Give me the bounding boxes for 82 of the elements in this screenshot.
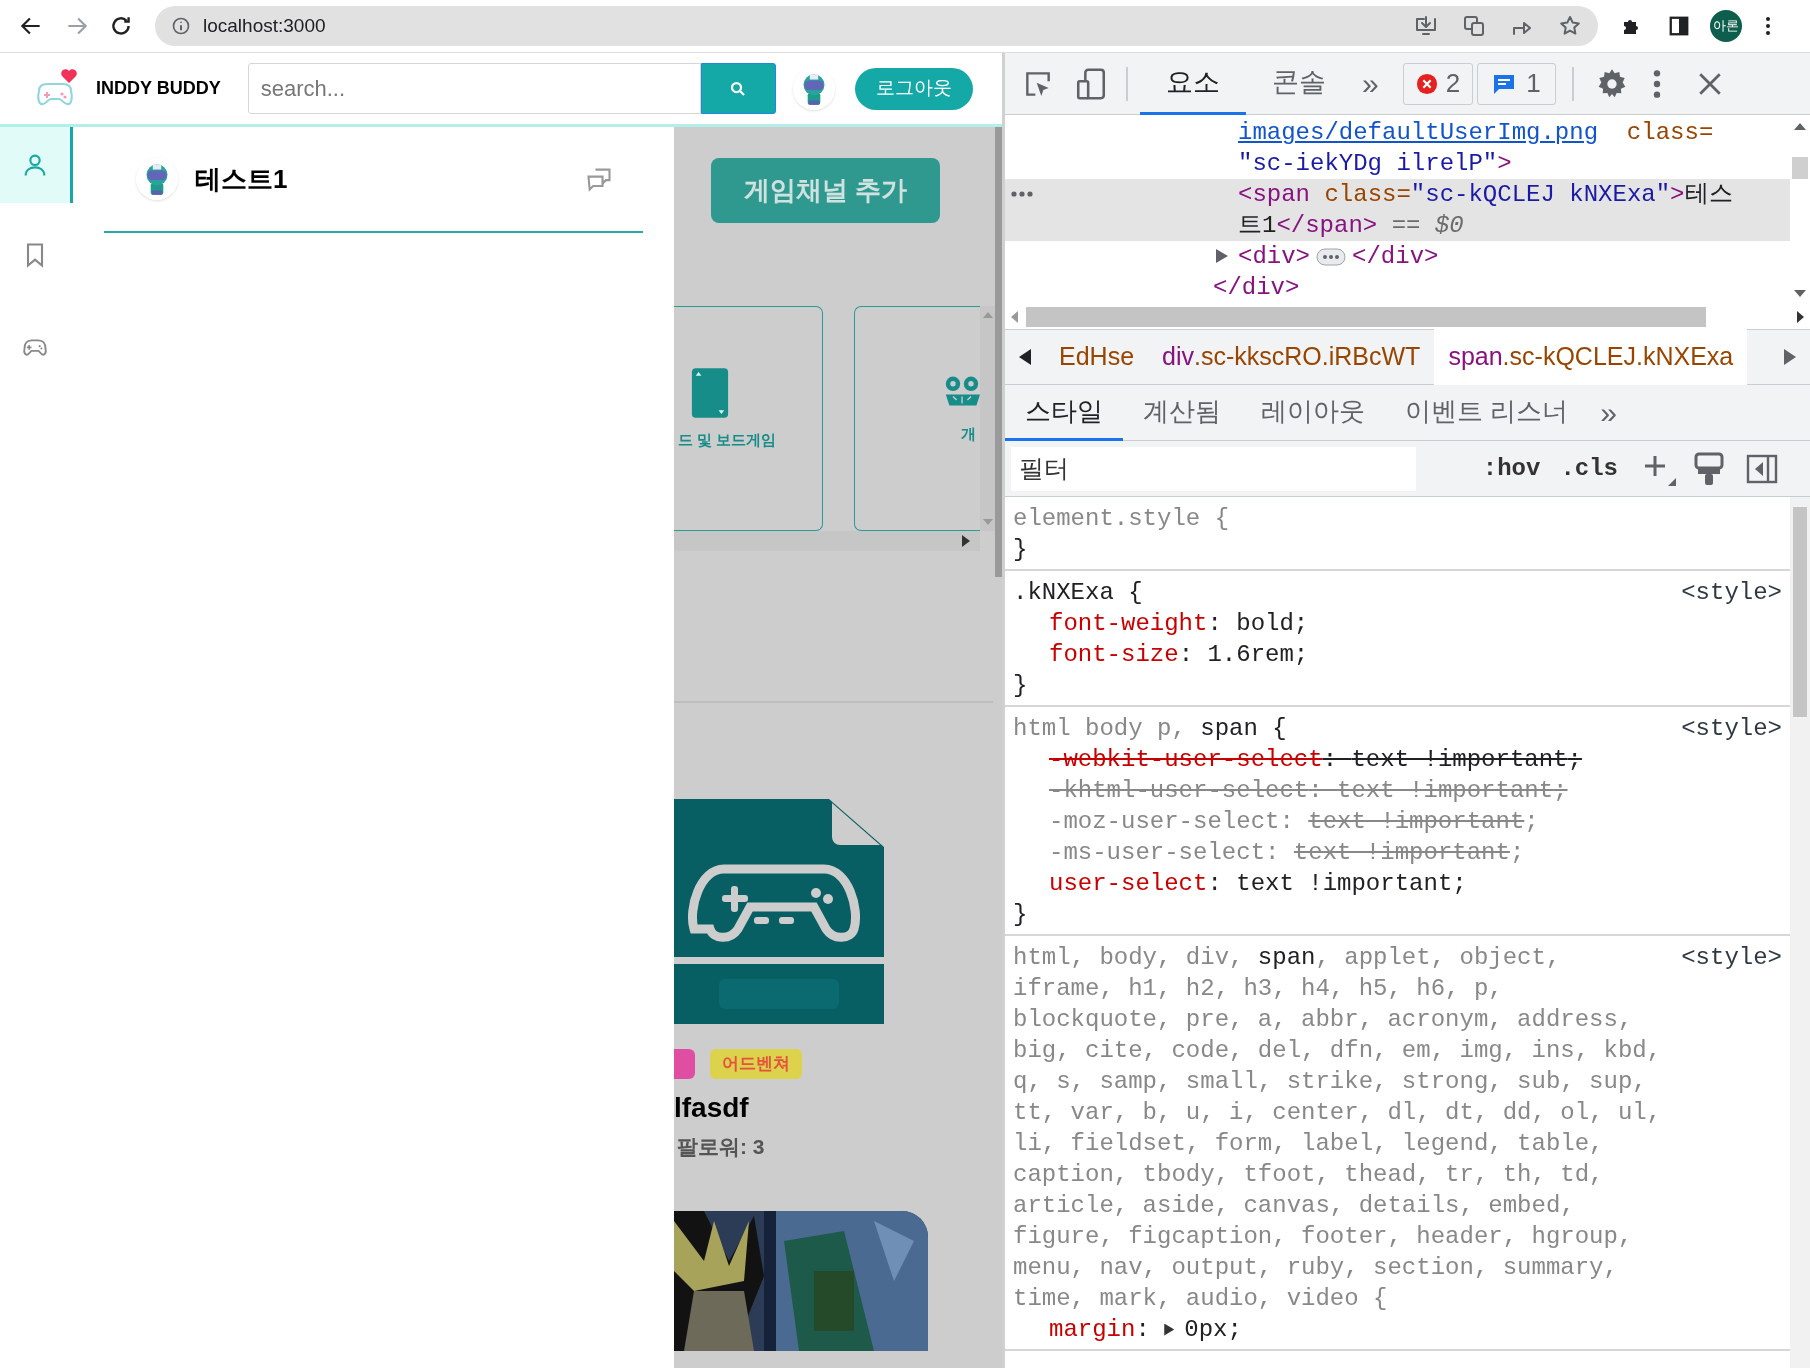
paint-roller-icon[interactable] [1694,451,1724,486]
logo-text[interactable]: INDDY BUDDY [96,75,221,102]
star-icon[interactable] [1558,14,1582,38]
css-declaration[interactable]: font-size: 1.6rem; [1013,639,1782,670]
html-tag: <div> [1238,241,1310,272]
url-text: localhost:3000 [203,13,326,38]
code-line: </div> [1213,273,1300,303]
more-icon[interactable] [1011,191,1033,197]
scroll-right-icon [1797,311,1804,323]
address-bar[interactable]: localhost:3000 [155,6,1598,46]
scrollbar-thumb[interactable] [1792,157,1808,179]
search-button[interactable] [700,63,776,114]
device-toolbar-icon[interactable] [1074,66,1108,101]
closing-brace: } [1013,671,1029,701]
user-avatar-icon[interactable] [792,67,835,110]
more-tabs-button[interactable]: » [1588,390,1629,435]
message-count-button[interactable]: 1 [1477,62,1556,105]
profile-avatar[interactable]: 아론 [1710,10,1742,42]
code-line: "sc-iekYDg ilrelP"> [1238,149,1512,179]
css-declaration[interactable]: -webkit-user-select: text !important; [1013,744,1782,775]
css-declaration[interactable]: -ms-user-select: text !important; [1013,837,1782,868]
genre-tag: 어드벤쳐 [710,1049,802,1079]
ellipsis-icon[interactable] [1316,247,1346,266]
devtools-tab[interactable]: 요소 [1140,52,1246,115]
info-icon[interactable] [171,16,191,36]
css-declaration[interactable]: -khtml-user-select: text !important; [1013,775,1782,806]
search-field[interactable]: search... [247,63,701,114]
scroll-up-icon [1794,123,1806,130]
stylesheet-link[interactable]: <style> [1681,713,1782,744]
scroll-down-icon [982,519,993,525]
more-tabs-button[interactable]: » [1352,61,1389,106]
css-selector: .kNXExa { [1013,578,1144,608]
hover-state-button[interactable]: :hov [1474,450,1549,487]
category-label: 개 [961,424,976,444]
css-declaration[interactable]: -moz-user-select: text !important; [1013,806,1782,837]
kebab-menu-icon[interactable] [1651,67,1662,100]
sidebar-toggle-icon[interactable] [1746,453,1778,484]
css-declaration[interactable]: font-weight: bold; [1013,608,1782,639]
follower-count: 팔로워: 3 [677,1134,766,1160]
closing-brace: } [1013,535,1029,565]
category-label: 드 및 보드게임 [678,430,777,450]
filter-field[interactable]: 필터 [1011,446,1416,491]
stylesheet-link[interactable]: <style> [1681,942,1782,973]
game-title: lfasdf [674,1091,750,1125]
css-declaration[interactable]: user-select: text !important; [1013,868,1782,899]
breadcrumb[interactable]: div.sc-kkscRO.iRBcWT [1148,329,1435,385]
scroll-down-icon [1794,290,1806,297]
styles-tab[interactable]: 계산됨 [1123,384,1241,441]
scroll-up-icon [982,312,993,318]
playing-card-icon [690,367,730,419]
breadcrumb[interactable]: EdHse [1045,329,1149,385]
nav-item[interactable] [0,127,73,203]
closing-brace: } [1013,900,1029,930]
scroll-right-icon[interactable] [962,535,970,547]
breadcrumb[interactable]: span.sc-kQCLEJ.kNXExa [1434,329,1748,385]
stylesheet-link[interactable]: <style> [1681,577,1782,608]
vertical-scrollbar[interactable] [1790,497,1810,1368]
devtools-tab[interactable]: 콘솔 [1246,52,1352,115]
scroll-right-icon[interactable] [1784,349,1796,365]
download-screen-icon[interactable] [1414,14,1438,38]
class-toggle-button[interactable]: .cls [1552,450,1626,487]
scroll-left-icon[interactable] [1019,349,1031,365]
code-line: <span class="sc-kQCLEJ kNXExa">테스트1</span> == $0 [1238,180,1734,241]
css-selector: html body p, span { [1013,714,1288,744]
error-count-button[interactable]: 2 [1402,62,1474,105]
html-tag: </div> [1352,241,1439,272]
translate-icon[interactable] [1462,14,1486,38]
css-declaration[interactable]: margin: 0px; [1013,1314,1782,1345]
expand-triangle-icon[interactable] [1215,249,1229,263]
scrollbar-thumb[interactable] [995,127,1002,577]
styles-tab[interactable]: 이벤트 리스너 [1385,384,1589,441]
scroll-left-icon [1011,311,1018,323]
code-line: images/defaultUserImg.png class= [1238,118,1714,148]
css-selector: element.style { [1013,504,1231,534]
user-avatar-icon [136,158,178,200]
error-icon [1415,72,1438,95]
side-panel-icon[interactable] [1668,15,1690,37]
profile-name: 테스트1 [195,162,288,196]
css-selector: html, body, div, span, applet, object, iframe, h1, h2, h3, h4, h5, h6, p, blockquote, pre, a, abbr, acronym, address, big, cite, code, del, dfn, em, img, ins, kbd, q, s, samp, small, strike, strong, sub, sup, tt, var, b, u, i, center, dl, dt, dd, ol, ul, li, fieldset, form, label, legend, table, caption, tbody, tfoot, thead, tr, th, td, article, aside, canvas, details, embed, figure, figcaption, footer, header, hgroup, menu, nav, output, ruby, section, summary, time, mark, audio, video { [1013,943,1663,1314]
styles-tab[interactable]: 레이아웃 [1241,384,1385,441]
vertical-scrollbar[interactable] [980,306,995,531]
selected-row[interactable]: <span class="sc-kQCLEJ kNXExa">테스트1</span> == $0 [1005,179,1790,241]
